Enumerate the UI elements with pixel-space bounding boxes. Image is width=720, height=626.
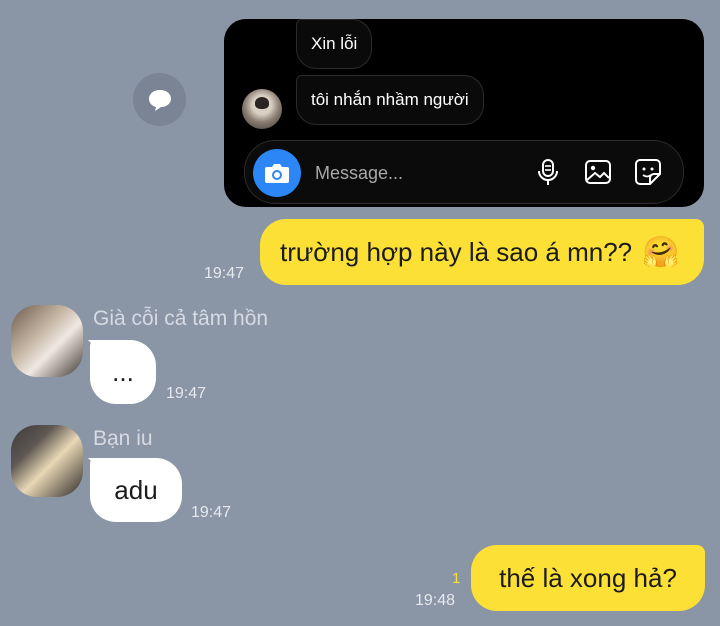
ig-avatar bbox=[242, 89, 282, 129]
unread-count: 1 bbox=[452, 570, 461, 587]
message-text: adu bbox=[114, 474, 158, 505]
microphone-icon bbox=[538, 159, 558, 185]
ig-message-text: tôi nhắn nhầm người bbox=[311, 90, 469, 109]
share-chat-icon bbox=[148, 89, 171, 111]
image-icon bbox=[585, 160, 611, 184]
message-time: 19:47 bbox=[191, 504, 232, 521]
message-time: 19:47 bbox=[166, 385, 207, 402]
message-time: 19:47 bbox=[204, 265, 245, 282]
sticker-icon bbox=[635, 159, 661, 185]
ig-input-placeholder: Message... bbox=[315, 163, 404, 183]
sender-name: Bạn iu bbox=[93, 427, 153, 450]
message-text: thế là xong hả? bbox=[499, 562, 677, 593]
ig-message-bubble: tôi nhắn nhầm người bbox=[296, 75, 484, 125]
message-time: 19:48 bbox=[415, 592, 456, 609]
their-message-bubble[interactable]: adu bbox=[90, 458, 182, 522]
ig-message-input: Message... bbox=[244, 140, 684, 204]
hugging-face-emoji: 🤗 bbox=[642, 235, 680, 269]
their-message-bubble[interactable]: ... bbox=[90, 340, 156, 404]
avatar[interactable] bbox=[11, 305, 83, 377]
ig-message-bubble: Xin lỗi bbox=[296, 19, 373, 69]
message-text: ... bbox=[112, 356, 134, 387]
camera-icon bbox=[253, 149, 301, 197]
my-message-bubble[interactable]: trường hợp này là sao á mn?? 🤗 bbox=[260, 219, 704, 285]
avatar[interactable] bbox=[11, 425, 83, 497]
share-button[interactable] bbox=[133, 73, 186, 126]
my-message-bubble[interactable]: thế là xong hả? bbox=[471, 545, 705, 611]
ig-message-text: Xin lỗi bbox=[311, 34, 358, 53]
sender-name: Già cỗi cả tâm hồn bbox=[93, 307, 269, 330]
shared-screenshot-image[interactable]: Xin lỗi tôi nhắn nhầm người Message... bbox=[224, 19, 704, 207]
message-text: trường hợp này là sao á mn?? bbox=[280, 236, 633, 267]
